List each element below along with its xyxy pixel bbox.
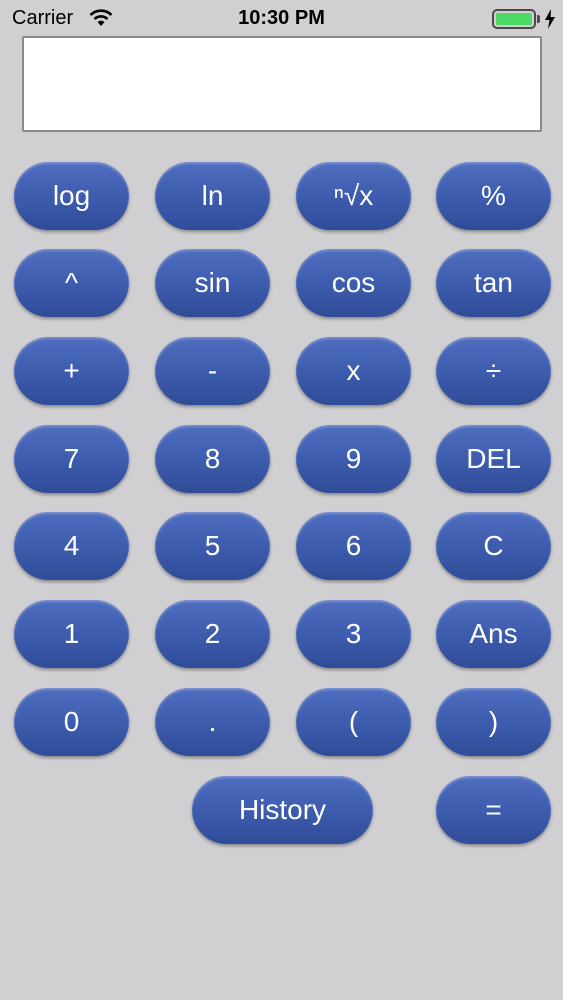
digit-1-button[interactable]: 1 <box>14 600 129 668</box>
calculator-display[interactable] <box>22 36 542 132</box>
digit-8-button[interactable]: 8 <box>155 425 270 493</box>
open-paren-button[interactable]: ( <box>296 688 411 756</box>
divide-button[interactable]: ÷ <box>436 337 551 405</box>
log-button[interactable]: log <box>14 162 129 230</box>
tan-button[interactable]: tan <box>436 249 551 317</box>
delete-button[interactable]: DEL <box>436 425 551 493</box>
battery-level <box>496 13 532 25</box>
charging-bolt-icon <box>545 9 555 29</box>
nth-root-button[interactable]: ⁿ√x <box>296 162 411 230</box>
calculator-app: Carrier 10:30 PM log ln ⁿ√x % ^ sin cos … <box>0 0 563 1000</box>
battery-cap <box>537 15 540 23</box>
percent-button[interactable]: % <box>436 162 551 230</box>
power-button[interactable]: ^ <box>14 249 129 317</box>
close-paren-button[interactable]: ) <box>436 688 551 756</box>
plus-button[interactable]: + <box>14 337 129 405</box>
digit-0-button[interactable]: 0 <box>14 688 129 756</box>
cos-button[interactable]: cos <box>296 249 411 317</box>
digit-2-button[interactable]: 2 <box>155 600 270 668</box>
digit-3-button[interactable]: 3 <box>296 600 411 668</box>
digit-7-button[interactable]: 7 <box>14 425 129 493</box>
digit-4-button[interactable]: 4 <box>14 512 129 580</box>
equals-button[interactable]: = <box>436 776 551 844</box>
minus-button[interactable]: - <box>155 337 270 405</box>
multiply-button[interactable]: x <box>296 337 411 405</box>
status-bar: Carrier 10:30 PM <box>0 0 563 36</box>
ans-button[interactable]: Ans <box>436 600 551 668</box>
history-button[interactable]: History <box>192 776 373 844</box>
ln-button[interactable]: ln <box>155 162 270 230</box>
status-time: 10:30 PM <box>238 7 325 29</box>
clear-button[interactable]: C <box>436 512 551 580</box>
decimal-point-button[interactable]: . <box>155 688 270 756</box>
digit-5-button[interactable]: 5 <box>155 512 270 580</box>
sin-button[interactable]: sin <box>155 249 270 317</box>
digit-9-button[interactable]: 9 <box>296 425 411 493</box>
digit-6-button[interactable]: 6 <box>296 512 411 580</box>
battery-icon <box>492 9 536 29</box>
